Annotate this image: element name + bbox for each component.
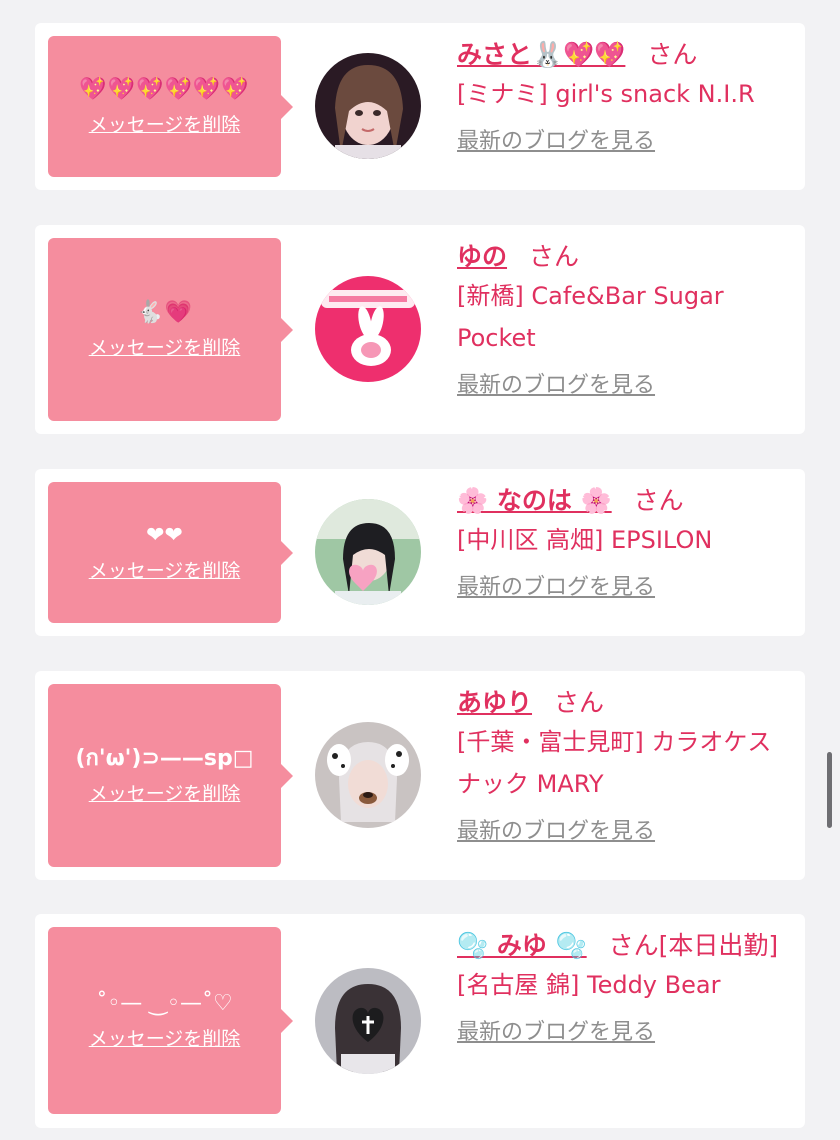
entry-info: みさと🐰💖💖 さん [ミナミ] girl's snack N.I.R 最新のブログ… [457, 37, 791, 155]
entry-info: 🫧 みゆ 🫧 さん[本日出勤] [名古屋 錦] Teddy Bear 最新のブログ… [457, 928, 791, 1046]
entry-info: ゆの さん [新橋] Cafe&Bar Sugar Pocket 最新のブログを見… [457, 239, 791, 399]
honorific: さん [647, 40, 698, 69]
message-bubble: 💖💖💖💖💖💖 メッセージを削除 [48, 36, 293, 177]
honorific: さん [633, 486, 684, 515]
view-blog-link[interactable]: 最新のブログを見る [457, 123, 655, 155]
sender-name-link[interactable]: 🌸 なのは 🌸 [457, 486, 612, 515]
message-bubble: ˚◦— ‿◦—˚♡ メッセージを削除 [48, 927, 293, 1114]
message-card: ❤❤ メッセージを削除 🌸 なのは 🌸 さん [中川区 高畑] EPSILON 最… [35, 469, 805, 636]
message-card: 💖💖💖💖💖💖 メッセージを削除 みさと🐰💖💖 さん [ミナミ] girl's sn… [35, 23, 805, 190]
avatar-pink-rabbit-icon [315, 276, 421, 382]
message-card: (ก'ω')⊃——sp□ メッセージを削除 あゆり さん [千葉・富士見町] カラ… [35, 671, 805, 880]
scrollbar-thumb[interactable] [827, 752, 832, 828]
delete-message-button[interactable]: メッセージを削除 [89, 556, 241, 583]
avatar-photo-heart-mask-icon [315, 968, 421, 1074]
sender-name-link[interactable]: あゆり [457, 688, 532, 717]
avatar[interactable] [315, 53, 421, 159]
entry-info: あゆり さん [千葉・富士見町] カラオケスナック MARY 最新のブログを見る [457, 685, 791, 845]
honorific: さん[本日出勤] [608, 931, 779, 960]
avatar-photo-girl-icon [315, 53, 421, 159]
honorific: さん [529, 242, 580, 271]
delete-message-button[interactable]: メッセージを削除 [89, 1024, 241, 1051]
view-blog-link[interactable]: 最新のブログを見る [457, 813, 655, 845]
message-bubble: ❤❤ メッセージを削除 [48, 482, 293, 623]
avatar[interactable] [315, 276, 421, 382]
message-text: 🐇💗 [136, 300, 193, 325]
avatar[interactable] [315, 968, 421, 1074]
message-card: ˚◦— ‿◦—˚♡ メッセージを削除 🫧 みゆ 🫧 さん[本日出勤] [名古屋 錦… [35, 914, 805, 1128]
view-blog-link[interactable]: 最新のブログを見る [457, 569, 655, 601]
delete-message-button[interactable]: メッセージを削除 [89, 779, 241, 806]
shop-name: [ミナミ] girl's snack N.I.R [457, 80, 755, 108]
message-text: ❤❤ [146, 523, 183, 548]
sender-name-link[interactable]: 🫧 みゆ 🫧 [457, 931, 587, 960]
view-blog-link[interactable]: 最新のブログを見る [457, 367, 655, 399]
shop-name: [新橋] Cafe&Bar Sugar Pocket [457, 282, 724, 352]
avatar[interactable] [315, 722, 421, 828]
sender-name-link[interactable]: みさと🐰💖💖 [457, 40, 625, 69]
avatar-photo-girl-heart-icon [315, 499, 421, 605]
message-card: 🐇💗 メッセージを削除 ゆの さん [新橋] Cafe&Bar Sugar Poc… [35, 225, 805, 434]
delete-message-button[interactable]: メッセージを削除 [89, 333, 241, 360]
sender-name-link[interactable]: ゆの [457, 242, 507, 271]
delete-message-button[interactable]: メッセージを削除 [89, 110, 241, 137]
shop-name: [中川区 高畑] EPSILON [457, 526, 713, 554]
shop-name: [名古屋 錦] Teddy Bear [457, 971, 721, 999]
entry-info: 🌸 なのは 🌸 さん [中川区 高畑] EPSILON 最新のブログを見る [457, 483, 791, 601]
honorific: さん [554, 688, 605, 717]
message-bubble: (ก'ω')⊃——sp□ メッセージを削除 [48, 684, 293, 867]
message-text: (ก'ω')⊃——sp□ [75, 746, 254, 771]
message-text: 💖💖💖💖💖💖 [79, 77, 250, 102]
message-bubble: 🐇💗 メッセージを削除 [48, 238, 293, 421]
message-text: ˚◦— ‿◦—˚♡ [96, 991, 233, 1016]
view-blog-link[interactable]: 最新のブログを見る [457, 1014, 655, 1046]
avatar[interactable] [315, 499, 421, 605]
avatar-photo-dog-filter-icon [315, 722, 421, 828]
shop-name: [千葉・富士見町] カラオケスナック MARY [457, 728, 772, 798]
